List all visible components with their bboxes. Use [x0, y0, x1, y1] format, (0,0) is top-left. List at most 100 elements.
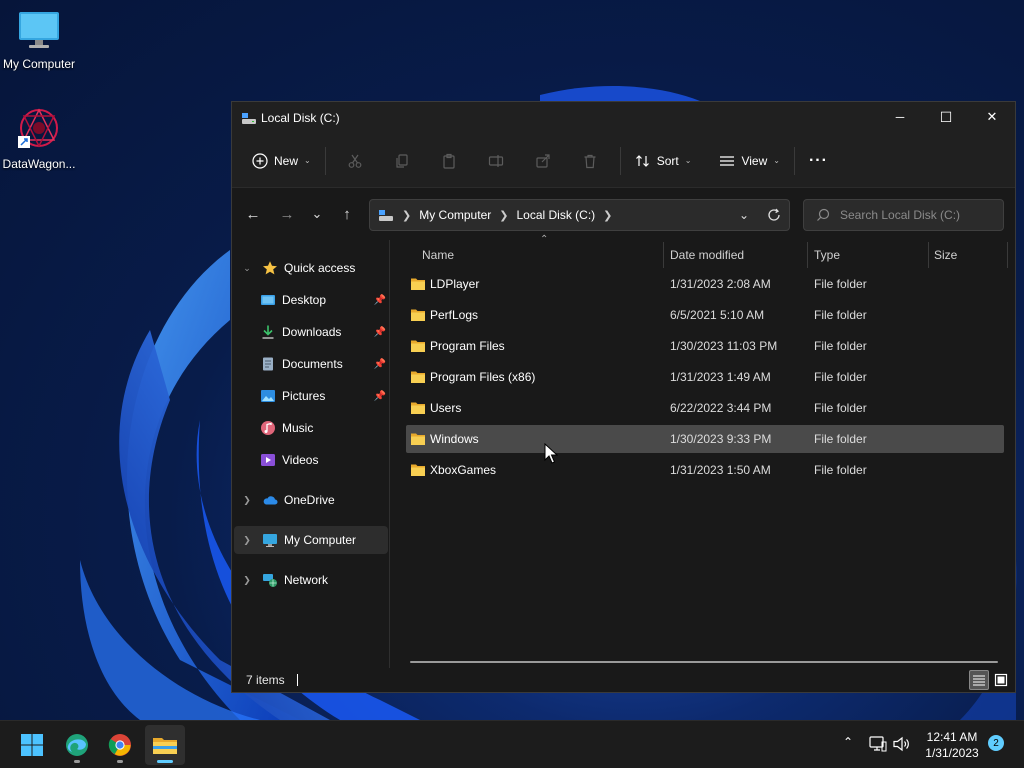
sidebar-item-desktop[interactable]: Desktop 📌: [234, 286, 388, 314]
paste-button[interactable]: [426, 145, 473, 177]
folder-icon: [411, 371, 425, 383]
tiles-view-button[interactable]: [991, 670, 1011, 690]
copy-button[interactable]: [379, 145, 426, 177]
title-bar[interactable]: Local Disk (C:) ─ ☐ ✕: [232, 102, 1015, 134]
chevron-right-icon[interactable]: ❯: [238, 495, 256, 506]
sidebar-item-network[interactable]: ❯ Network: [234, 566, 388, 594]
taskbar-app-edge[interactable]: [57, 725, 97, 765]
taskbar-app-chrome[interactable]: [100, 725, 140, 765]
chevron-right-icon: ❯: [499, 209, 509, 222]
sidebar-item-downloads[interactable]: Downloads 📌: [234, 318, 388, 346]
search-box[interactable]: [803, 199, 1004, 231]
column-divider[interactable]: [1007, 242, 1008, 268]
file-explorer-icon: [153, 738, 177, 754]
column-header-type[interactable]: Type: [814, 240, 840, 270]
show-hidden-icons-button[interactable]: ⌃: [843, 735, 853, 749]
pin-icon[interactable]: 📌: [374, 295, 386, 306]
network-tray-icon: [869, 736, 887, 752]
chevron-right-icon[interactable]: ❯: [238, 535, 256, 546]
drive-icon: [379, 210, 393, 221]
desktop-icon-datawagon[interactable]: DataWagon...: [0, 106, 82, 171]
pin-icon[interactable]: 📌: [374, 359, 386, 370]
file-name: Program Files: [430, 339, 505, 353]
maximize-button[interactable]: ☐: [923, 102, 969, 132]
file-row[interactable]: Users 6/22/2022 3:44 PM File folder: [406, 394, 1004, 422]
start-button[interactable]: [12, 725, 52, 765]
sidebar-item-music[interactable]: Music: [234, 414, 388, 442]
file-row[interactable]: Windows 1/30/2023 9:33 PM File folder: [406, 425, 1004, 453]
network-status-button[interactable]: [869, 736, 887, 755]
file-row[interactable]: Program Files (x86) 1/31/2023 1:49 AM File…: [406, 363, 1004, 391]
arrow-right-icon: →: [279, 205, 295, 223]
status-divider: [296, 674, 298, 686]
sort-button[interactable]: Sort ⌄: [627, 145, 700, 177]
file-date-modified: 6/5/2021 5:10 AM: [670, 308, 765, 322]
rename-button[interactable]: [473, 145, 520, 177]
folder-icon: [411, 278, 425, 290]
sidebar-item-label: Downloads: [282, 325, 342, 339]
column-header-name[interactable]: Name: [422, 240, 454, 270]
sidebar-item-my-computer[interactable]: ❯ My Computer: [234, 526, 388, 554]
file-row[interactable]: LDPlayer 1/31/2023 2:08 AM File folder: [406, 270, 1004, 298]
up-button[interactable]: ↑: [332, 199, 362, 229]
cloud-icon: [262, 492, 278, 508]
arrow-left-icon: ←: [245, 205, 261, 223]
taskbar-app-file-explorer[interactable]: [145, 725, 185, 765]
more-options-button[interactable]: ···: [801, 145, 836, 177]
address-history-button[interactable]: ⌄: [729, 200, 759, 230]
sidebar-item-pictures[interactable]: Pictures 📌: [234, 382, 388, 410]
volume-button[interactable]: [893, 736, 911, 755]
taskbar-clock[interactable]: 12:41 AM 1/31/2023: [912, 729, 992, 761]
address-bar[interactable]: ❯ My Computer ❯ Local Disk (C:) ❯ ⌄: [369, 199, 790, 231]
file-row[interactable]: Program Files 1/30/2023 11:03 PM File fold…: [406, 332, 1004, 360]
sidebar-item-label: Desktop: [282, 293, 327, 307]
desktop-icon: [260, 292, 276, 308]
back-button[interactable]: ←: [238, 199, 268, 229]
toolbar-divider: [793, 146, 795, 175]
copy-icon: [396, 153, 408, 168]
desktop-icon-my-computer[interactable]: My Computer: [0, 10, 82, 71]
chevron-down-icon: ⌄: [684, 156, 692, 165]
notification-badge[interactable]: 2: [988, 735, 1004, 751]
recent-locations-button[interactable]: ⌄: [302, 199, 332, 229]
file-row[interactable]: PerfLogs 6/5/2021 5:10 AM File folder: [406, 301, 1004, 329]
pin-icon[interactable]: 📌: [374, 391, 386, 402]
column-divider[interactable]: [663, 242, 664, 268]
column-header-size[interactable]: Size: [934, 240, 957, 270]
view-button[interactable]: View ⌄: [711, 145, 788, 177]
sidebar-item-documents[interactable]: Documents 📌: [234, 350, 388, 378]
horizontal-scrollbar[interactable]: [410, 661, 998, 663]
chrome-icon: [108, 734, 131, 756]
desktop-icon-label: My Computer: [2, 57, 76, 71]
close-button[interactable]: ✕: [969, 102, 1015, 132]
search-input[interactable]: [840, 208, 990, 222]
maximize-icon: ☐: [939, 108, 953, 125]
minimize-button[interactable]: ─: [877, 102, 923, 132]
breadcrumb-local-disk[interactable]: Local Disk (C:): [516, 208, 595, 222]
chevron-down-icon[interactable]: ⌄: [238, 263, 256, 274]
new-button[interactable]: New ⌄: [244, 145, 319, 177]
pin-icon[interactable]: 📌: [374, 327, 386, 338]
forward-button[interactable]: →: [272, 199, 302, 229]
file-row[interactable]: XboxGames 1/31/2023 1:50 AM File folder: [406, 456, 1004, 484]
sidebar-item-quick-access[interactable]: ⌄ Quick access: [234, 254, 388, 282]
file-name: PerfLogs: [430, 308, 479, 322]
search-icon: [817, 208, 830, 221]
file-name: Users: [430, 401, 462, 415]
sidebar-item-onedrive[interactable]: ❯ OneDrive: [234, 486, 388, 514]
share-button[interactable]: [520, 145, 567, 177]
share-icon: [536, 153, 550, 168]
details-view-button[interactable]: [969, 670, 989, 690]
sidebar-item-videos[interactable]: Videos: [234, 446, 388, 474]
close-icon: ✕: [986, 109, 998, 124]
explorer-body: ⌄ Quick access Desktop 📌 Downloads 📌 Doc…: [232, 234, 1015, 668]
column-divider[interactable]: [807, 242, 808, 268]
breadcrumb-my-computer[interactable]: My Computer: [419, 208, 491, 222]
delete-button[interactable]: [567, 145, 614, 177]
taskbar: ⌃ 12:41 AM 1/31/2023: [0, 720, 1024, 768]
chevron-right-icon[interactable]: ❯: [238, 575, 256, 586]
column-divider[interactable]: [928, 242, 929, 268]
column-header-date-modified[interactable]: Date modified: [670, 240, 744, 270]
cut-button[interactable]: [332, 145, 379, 177]
refresh-button[interactable]: [759, 200, 789, 230]
